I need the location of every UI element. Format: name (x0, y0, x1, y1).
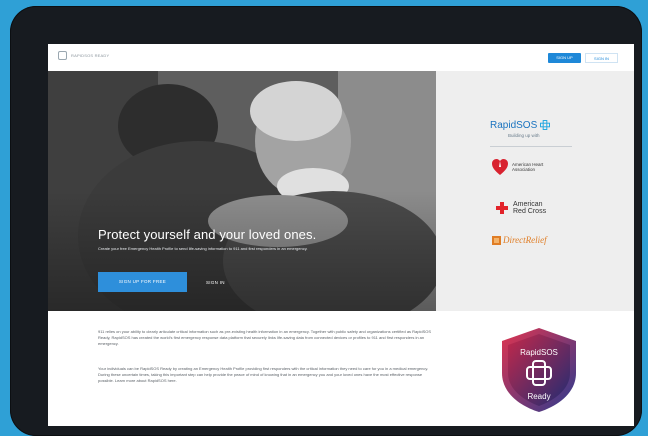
top-navigation-bar: RAPIDSOS READY SIGN UP SIGN IN (48, 44, 634, 72)
hero-signin-link[interactable]: SIGN IN (206, 280, 225, 285)
aha-text: American Heart Association (512, 162, 544, 172)
badge-top-text: RapidSOS (520, 348, 558, 357)
badge-bottom-text: Ready (527, 392, 550, 401)
hero-title: Protect yourself and your loved ones. (98, 227, 317, 242)
aha-logo: American Heart Association (492, 158, 544, 176)
directrelief-mark-icon (492, 235, 501, 245)
hero-banner: Protect yourself and your loved ones. Cr… (48, 71, 436, 311)
rapidsos-logo-text: RapidSOS (490, 120, 538, 131)
tablet-frame: RAPIDSOS READY SIGN UP SIGN IN Protect y… (10, 6, 642, 436)
browser-screen: RAPIDSOS READY SIGN UP SIGN IN Protect y… (48, 44, 634, 426)
signup-button[interactable]: SIGN UP (548, 53, 581, 63)
hero-subtitle: Create your free Emergency Health Profil… (98, 246, 308, 251)
rapidsos-tagline: Building up with (508, 133, 540, 138)
red-cross-icon (496, 202, 508, 214)
directrelief-logo: DirectRelief (492, 235, 547, 245)
directrelief-text: DirectRelief (503, 235, 547, 245)
rapidsos-partner-logo: RapidSOS (490, 120, 551, 131)
redcross-text: American Red Cross (513, 201, 547, 215)
signup-free-button[interactable]: SIGN UP FOR FREE (98, 272, 187, 292)
rapidsos-ready-badge: RapidSOS Ready (502, 328, 576, 412)
info-paragraph-1: 911 relies on your ability to clearly ar… (98, 329, 432, 347)
logo-icon (58, 51, 67, 60)
signin-button[interactable]: SIGN IN (585, 53, 618, 63)
site-logo[interactable]: RAPIDSOS READY (58, 51, 109, 60)
heart-torch-icon (492, 159, 508, 175)
info-section: 911 relies on your ability to clearly ar… (48, 311, 634, 426)
logo-text: RAPIDSOS READY (71, 53, 110, 58)
info-paragraph-2: Your individuals can be RapidSOS Ready b… (98, 366, 429, 384)
partner-divider (490, 146, 572, 147)
redcross-logo: American Red Cross (496, 201, 553, 215)
partner-logos-panel: RapidSOS Building up with American Heart… (436, 71, 634, 311)
rapidsos-cross-icon (540, 120, 551, 131)
